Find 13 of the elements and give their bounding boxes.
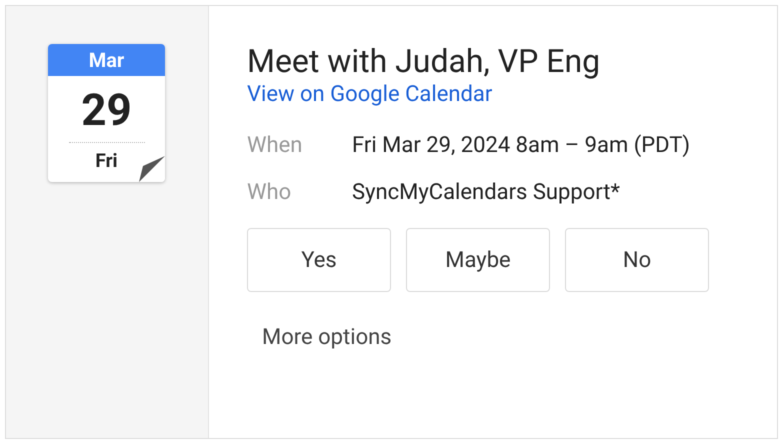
calendar-day: 29	[81, 88, 132, 132]
rsvp-button[interactable]: Maybe	[406, 228, 550, 292]
calendar-weekday: Fri	[95, 148, 118, 174]
detail-label: When	[247, 132, 304, 160]
more-options-button[interactable]: More options	[262, 321, 392, 354]
event-title: Meet with Judah, VP Eng	[247, 41, 602, 81]
detail-value: SyncMyCalendars Support*	[352, 179, 620, 207]
detail-value: Fri Mar 29, 2024 8am – 9am (PDT)	[352, 132, 690, 160]
detail-label: Who	[247, 179, 292, 207]
rsvp-button[interactable]: No	[565, 228, 709, 292]
rsvp-button[interactable]: Yes	[247, 228, 391, 292]
calendar-link[interactable]: View on Google Calendar	[247, 81, 709, 109]
calendar-month: Mar	[48, 44, 165, 76]
